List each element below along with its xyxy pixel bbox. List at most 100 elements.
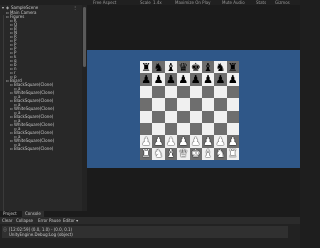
board-square[interactable] — [177, 122, 190, 136]
white-pawn-piece[interactable]: ♟ — [203, 136, 213, 147]
black-rook-piece[interactable]: ♜ — [228, 62, 238, 73]
board-square[interactable]: ♟ — [177, 135, 190, 148]
white-knight-piece[interactable]: ♞ — [154, 148, 164, 159]
white-pawn-piece[interactable]: ♟ — [191, 136, 201, 147]
board-square[interactable]: ♟ — [140, 73, 153, 86]
black-pawn-piece[interactable]: ♟ — [154, 74, 164, 85]
board-square[interactable] — [226, 98, 239, 111]
white-rook-piece[interactable]: ♜ — [228, 148, 238, 159]
board-square[interactable] — [189, 122, 202, 136]
board-square[interactable] — [152, 110, 165, 123]
white-knight-piece[interactable]: ♞ — [216, 148, 226, 159]
black-bishop-piece[interactable]: ♝ — [166, 62, 176, 73]
scene-expand-icon[interactable]: ▾ — [2, 5, 4, 10]
board-square[interactable]: ♟ — [189, 73, 202, 86]
board-square[interactable]: ♟ — [164, 135, 178, 148]
black-pawn-piece[interactable]: ♟ — [166, 74, 176, 85]
board-square[interactable]: ♛ — [177, 147, 190, 160]
chess-board[interactable]: ♜ ♞ ♝ ♛ ♚ ♝ ♞ ♜ ♟ ♟ ♟ ♟ ♟ ♟ ♟ ♟ ♟ ♟ ♟ ♟ ♟ ♟ ♟ ♟ ♜ ♞ ♝ ♛ ♚ ♝ ♞ ♜ — [140, 61, 239, 160]
board-square[interactable]: ♟ — [214, 135, 227, 148]
board-square[interactable]: ♛ — [177, 61, 190, 74]
board-square[interactable]: ♞ — [152, 147, 165, 160]
board-square[interactable]: ♟ — [177, 73, 190, 86]
board-square[interactable] — [177, 85, 190, 99]
board-square[interactable] — [189, 98, 202, 111]
board-square[interactable] — [152, 122, 165, 136]
board-square[interactable]: ♟ — [189, 135, 202, 148]
black-bishop-piece[interactable]: ♝ — [203, 62, 213, 73]
board-square[interactable]: ♟ — [140, 135, 153, 148]
error-pause-button[interactable]: Error Pause — [38, 218, 61, 223]
log-entry[interactable]: ⓘ [12:02:59] (0.0, 1.0) - (0.0, 0.1) Uni… — [2, 226, 288, 238]
board-square[interactable] — [140, 122, 153, 136]
white-pawn-piece[interactable]: ♟ — [166, 136, 176, 147]
clear-button[interactable]: Clear — [2, 218, 12, 223]
board-square[interactable] — [164, 122, 178, 136]
board-square[interactable]: ♞ — [214, 147, 227, 160]
white-queen-piece[interactable]: ♛ — [178, 148, 188, 159]
board-square[interactable] — [201, 85, 215, 99]
board-square[interactable]: ♜ — [140, 61, 153, 74]
board-square[interactable]: ♟ — [226, 135, 239, 148]
board-square[interactable]: ♞ — [152, 61, 165, 74]
white-bishop-piece[interactable]: ♝ — [166, 148, 176, 159]
black-queen-piece[interactable]: ♛ — [178, 62, 188, 73]
board-square[interactable]: ♜ — [140, 147, 153, 160]
board-square[interactable] — [201, 98, 215, 111]
white-pawn-piece[interactable]: ♟ — [216, 136, 226, 147]
board-square[interactable] — [140, 110, 153, 123]
board-square[interactable] — [177, 110, 190, 123]
black-pawn-piece[interactable]: ♟ — [216, 74, 226, 85]
black-knight-piece[interactable]: ♞ — [154, 62, 164, 73]
board-square[interactable] — [164, 85, 178, 99]
board-square[interactable] — [226, 110, 239, 123]
board-square[interactable]: ♚ — [189, 147, 202, 160]
scene-menu-icon[interactable]: ⋮ — [73, 5, 77, 10]
board-square[interactable] — [214, 98, 227, 111]
black-pawn-piece[interactable]: ♟ — [178, 74, 188, 85]
white-pawn-piece[interactable]: ♟ — [154, 136, 164, 147]
board-square[interactable] — [164, 110, 178, 123]
board-square[interactable]: ♟ — [214, 73, 227, 86]
board-square[interactable] — [226, 122, 239, 136]
editor-dropdown[interactable]: Editor ▾ — [63, 218, 78, 223]
board-square[interactable] — [140, 85, 153, 99]
board-square[interactable] — [152, 98, 165, 111]
board-square[interactable]: ♜ — [226, 147, 239, 160]
black-pawn-piece[interactable]: ♟ — [203, 74, 213, 85]
board-square[interactable] — [201, 122, 215, 136]
board-square[interactable]: ♟ — [226, 73, 239, 86]
board-square[interactable]: ♟ — [201, 135, 215, 148]
white-pawn-piece[interactable]: ♟ — [228, 136, 238, 147]
white-pawn-piece[interactable]: ♟ — [178, 136, 188, 147]
board-square[interactable]: ♝ — [164, 61, 178, 74]
board-square[interactable] — [164, 98, 178, 111]
board-square[interactable]: ♟ — [152, 73, 165, 86]
board-square[interactable] — [152, 85, 165, 99]
white-bishop-piece[interactable]: ♝ — [203, 148, 213, 159]
board-square[interactable]: ♜ — [226, 61, 239, 74]
collapse-button[interactable]: Collapse — [16, 218, 33, 223]
black-pawn-piece[interactable]: ♟ — [228, 74, 238, 85]
board-square[interactable]: ♟ — [164, 73, 178, 86]
board-square[interactable] — [214, 122, 227, 136]
black-rook-piece[interactable]: ♜ — [141, 62, 151, 73]
board-square[interactable]: ♚ — [189, 61, 202, 74]
board-square[interactable] — [177, 98, 190, 111]
game-render-area[interactable]: ♜ ♞ ♝ ♛ ♚ ♝ ♞ ♜ ♟ ♟ ♟ ♟ ♟ ♟ ♟ ♟ ♟ ♟ ♟ ♟ ♟ ♟ ♟ ♟ ♜ ♞ ♝ ♛ ♚ ♝ ♞ ♜ — [87, 50, 300, 168]
board-square[interactable] — [140, 98, 153, 111]
white-king-piece[interactable]: ♚ — [191, 148, 201, 159]
board-square[interactable] — [226, 85, 239, 99]
hierarchy-item[interactable]: ▫ BlackSquare(Clone) — [10, 146, 53, 151]
board-square[interactable] — [214, 110, 227, 123]
white-rook-piece[interactable]: ♜ — [141, 148, 151, 159]
board-square[interactable]: ♞ — [214, 61, 227, 74]
scrollbar-thumb[interactable] — [83, 7, 86, 67]
black-knight-piece[interactable]: ♞ — [216, 62, 226, 73]
board-square[interactable]: ♟ — [201, 73, 215, 86]
board-square[interactable]: ♝ — [201, 147, 215, 160]
board-square[interactable] — [189, 85, 202, 99]
board-square[interactable] — [189, 110, 202, 123]
board-square[interactable]: ♝ — [164, 147, 178, 160]
board-square[interactable] — [214, 85, 227, 99]
